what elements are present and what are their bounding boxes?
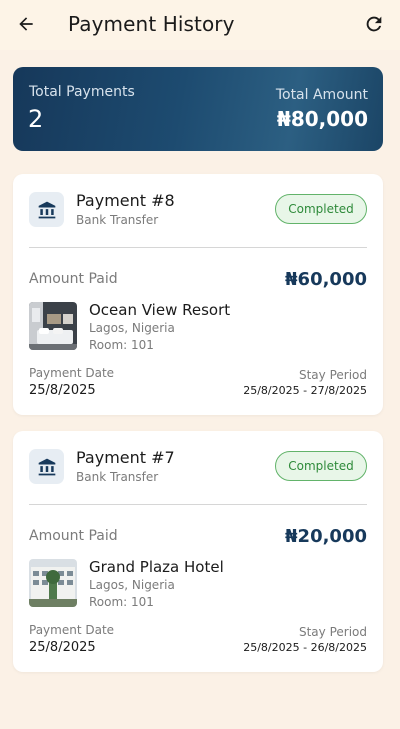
amount-paid-label: Amount Paid	[29, 528, 118, 544]
status-badge: Completed	[275, 451, 367, 481]
refresh-icon	[366, 16, 382, 32]
stay-period-value: 25/8/2025 - 27/8/2025	[243, 384, 367, 397]
total-amount-value: ₦80,000	[276, 107, 368, 131]
refresh-button[interactable]	[362, 12, 386, 36]
bank-icon-box	[29, 192, 64, 227]
payment-date-value: 25/8/2025	[29, 640, 96, 655]
payment-date-label: Payment Date	[29, 366, 115, 380]
payment-title: Payment #7	[76, 448, 175, 467]
stay-period-value: 25/8/2025 - 26/8/2025	[243, 641, 367, 654]
back-button[interactable]	[14, 12, 38, 36]
stay-period-label: Stay Period	[298, 625, 367, 639]
stay-period-label: Stay Period	[298, 368, 367, 382]
total-payments-label: Total Payments	[29, 84, 135, 100]
hotel-room: Room: 101	[89, 338, 154, 352]
payment-title: Payment #8	[76, 191, 175, 210]
status-badge: Completed	[275, 194, 367, 224]
bank-icon	[38, 201, 55, 218]
payment-method: Bank Transfer	[76, 213, 159, 227]
divider	[29, 504, 367, 505]
arrow-left-icon	[19, 17, 33, 31]
amount-paid-value: ₦60,000	[285, 269, 367, 290]
total-payments-value: 2	[28, 105, 44, 133]
payment-card[interactable]: Payment #7 Bank Transfer Completed Amoun…	[13, 431, 383, 672]
payment-summary-card: Total Payments 2 Total Amount ₦80,000	[13, 67, 383, 151]
bank-icon-box	[29, 449, 64, 484]
app-bar: Payment History	[0, 0, 400, 50]
payment-date-value: 25/8/2025	[29, 383, 96, 398]
bank-icon	[38, 458, 55, 475]
hotel-location: Lagos, Nigeria	[89, 321, 175, 335]
hotel-name: Ocean View Resort	[89, 301, 231, 319]
hotel-name: Grand Plaza Hotel	[89, 558, 224, 576]
hotel-room: Room: 101	[89, 595, 154, 609]
page-title: Payment History	[68, 12, 235, 36]
payment-method: Bank Transfer	[76, 470, 159, 484]
hotel-thumbnail	[29, 302, 77, 350]
amount-paid-value: ₦20,000	[285, 526, 367, 547]
payment-date-label: Payment Date	[29, 623, 115, 637]
hotel-location: Lagos, Nigeria	[89, 578, 175, 592]
divider	[29, 247, 367, 248]
total-amount-label: Total Amount	[275, 87, 368, 103]
payment-card[interactable]: Payment #8 Bank Transfer Completed Amoun…	[13, 174, 383, 415]
amount-paid-label: Amount Paid	[29, 271, 118, 287]
hotel-thumbnail	[29, 559, 77, 607]
